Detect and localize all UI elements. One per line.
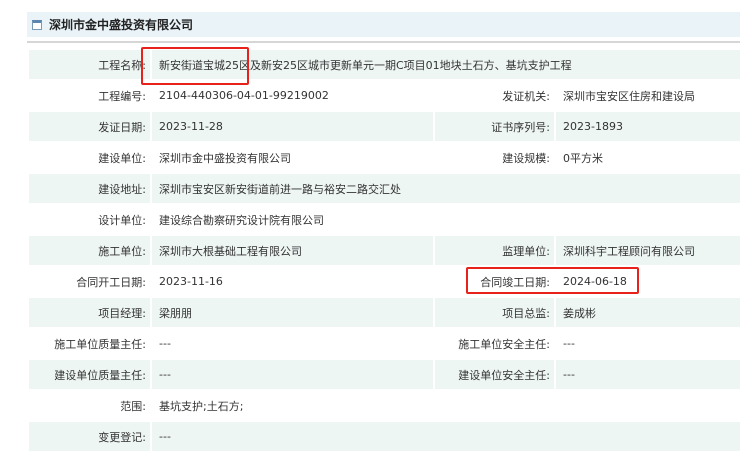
field-label: 发证机关:	[502, 89, 550, 103]
field-value: 0平方米	[563, 151, 603, 165]
field-value: 2104-440306-04-01-99219002	[159, 89, 329, 102]
table-row: 设计单位: 建设综合勘察研究设计院有限公司	[29, 205, 740, 234]
panel-icon	[32, 19, 42, 30]
field-value: ---	[152, 422, 740, 451]
field-label: 证书序列号:	[435, 112, 554, 141]
field-label: 建设单位安全主任:	[435, 360, 554, 389]
field-value: 2023-11-16	[159, 275, 223, 288]
field-value: ---	[556, 360, 740, 389]
field-value: 姜成彬	[556, 298, 740, 327]
field-value: 2023-1893	[556, 112, 740, 141]
company-header: 深圳市金中盛投资有限公司	[27, 12, 740, 37]
field-value: 基坑支护;土石方;	[159, 399, 244, 413]
divider	[27, 41, 740, 43]
field-label: 范围:	[120, 399, 146, 413]
field-value: 深圳市金中盛投资有限公司	[159, 151, 291, 165]
table-row: 工程编号: 2104-440306-04-01-99219002 发证机关: 深圳市宝…	[29, 81, 740, 110]
field-label: 监理单位:	[435, 236, 554, 265]
field-label: 工程编号:	[98, 89, 146, 103]
field-value: 深圳市大根基础工程有限公司	[152, 236, 433, 265]
field-value: 深圳市宝安区住房和建设局	[563, 89, 695, 103]
field-label: 设计单位:	[98, 213, 146, 227]
field-value: 梁朋朋	[152, 298, 433, 327]
field-label: 合同开工日期:	[76, 275, 146, 289]
field-label: 变更登记:	[29, 422, 150, 451]
table-row: 范围: 基坑支护;土石方;	[29, 391, 740, 420]
table-row: 建设单位质量主任: --- 建设单位安全主任: ---	[29, 360, 740, 389]
table-row: 工程名称: 新安街道宝城25区及新安25区城市更新单元一期C项目01地块土石方、基…	[29, 50, 740, 79]
field-value: 深圳科宇工程顾问有限公司	[556, 236, 740, 265]
field-label: 建设规模:	[502, 151, 550, 165]
table-row: 发证日期: 2023-11-28 证书序列号: 2023-1893	[29, 112, 740, 141]
highlight-box-project-name	[141, 47, 249, 85]
field-label: 建设单位:	[98, 151, 146, 165]
field-label: 项目经理:	[29, 298, 150, 327]
field-label: 施工单位:	[29, 236, 150, 265]
field-label: 建设单位质量主任:	[29, 360, 150, 389]
field-value: ---	[152, 360, 433, 389]
field-value: ---	[563, 337, 575, 350]
table-row: 施工单位质量主任: --- 施工单位安全主任: ---	[29, 329, 740, 358]
field-label: 施工单位安全主任:	[458, 337, 550, 351]
table-row: 项目经理: 梁朋朋 项目总监: 姜成彬	[29, 298, 740, 327]
table-row: 变更登记: ---	[29, 422, 740, 451]
field-value: 2023-11-28	[152, 112, 433, 141]
field-value: ---	[159, 337, 171, 350]
field-value: 深圳市宝安区新安街道前进一路与裕安二路交汇处	[152, 174, 740, 203]
field-label: 建设地址:	[29, 174, 150, 203]
table-row: 施工单位: 深圳市大根基础工程有限公司 监理单位: 深圳科宇工程顾问有限公司	[29, 236, 740, 265]
field-label: 施工单位质量主任:	[54, 337, 146, 351]
field-label: 发证日期:	[29, 112, 150, 141]
field-label: 项目总监:	[435, 298, 554, 327]
table-row: 建设地址: 深圳市宝安区新安街道前进一路与裕安二路交汇处	[29, 174, 740, 203]
company-title: 深圳市金中盛投资有限公司	[49, 18, 194, 32]
field-label: 工程名称:	[29, 50, 150, 79]
highlight-box-completion-date	[466, 267, 639, 294]
field-value: 建设综合勘察研究设计院有限公司	[159, 213, 324, 227]
table-row: 建设单位: 深圳市金中盛投资有限公司 建设规模: 0平方米	[29, 143, 740, 172]
project-info-table: 工程名称: 新安街道宝城25区及新安25区城市更新单元一期C项目01地块土石方、基…	[27, 48, 740, 453]
